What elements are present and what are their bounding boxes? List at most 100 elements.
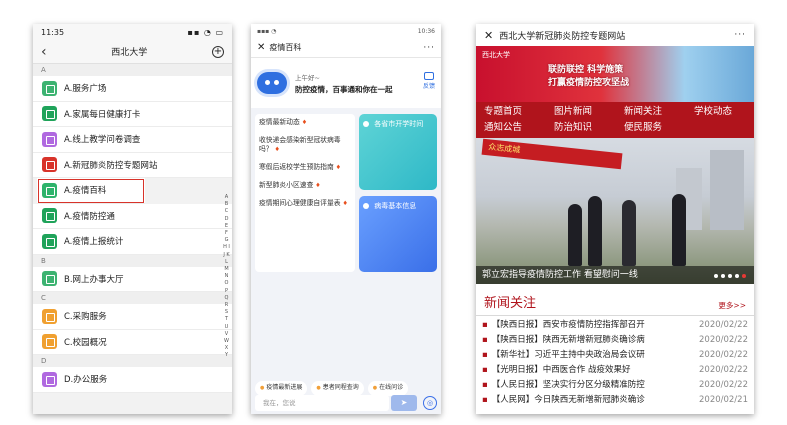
list-item[interactable]: A.服务广场	[33, 76, 232, 102]
menu-item[interactable]: 专题首页	[484, 104, 554, 120]
more-icon[interactable]: ···	[423, 43, 435, 53]
carousel-dot-active[interactable]	[742, 274, 746, 278]
person	[672, 194, 686, 266]
service-list: A A.服务广场 A.家属每日健康打卡 A.线上教学问卷调查 A.新冠肺炎防控专题网站 A…	[33, 64, 232, 393]
banner-slogan-2: 打赢疫情防控攻坚战	[548, 78, 630, 88]
menu-item[interactable]: 防治知识	[554, 120, 624, 136]
list-item[interactable]: A.新冠肺炎防控专题网站	[33, 152, 232, 178]
phone-epidemic-wiki: ▪▪▪ ◔ 10:36 ✕ 疫情百科 ··· 上午好~ 防控疫情，百事通和你在一…	[251, 24, 441, 414]
close-icon[interactable]: ✕	[257, 42, 265, 53]
list-item[interactable]: A.家属每日健康打卡	[33, 101, 232, 127]
quick-link-label: 疫情最新动态	[259, 118, 300, 126]
signal-wifi-battery-icon: ▪▪ ◔ ▭	[187, 27, 224, 37]
carousel-dot[interactable]	[721, 274, 725, 278]
greeting-line-2: 防控疫情，百事通和你在一起	[295, 84, 393, 94]
carousel-dot[interactable]	[714, 274, 718, 278]
hot-icon: ♦	[313, 182, 321, 189]
news-date: 2020/02/22	[699, 350, 748, 360]
news-more-link[interactable]: 更多>>	[718, 300, 746, 311]
list-item[interactable]: A.疫情防控通	[33, 203, 232, 229]
add-icon[interactable]: +	[212, 45, 224, 58]
list-item[interactable]: A.线上教学问卷调查	[33, 127, 232, 153]
news-date: 2020/02/22	[699, 320, 748, 330]
page-title: 疫情百科	[269, 43, 302, 52]
news-title: 【陕西日报】西安市疫情防控指挥部召开	[491, 320, 645, 330]
menu-item[interactable]: 图片新闻	[554, 104, 624, 120]
tile-icon	[363, 121, 369, 127]
list-item[interactable]: C.采购服务	[33, 304, 232, 330]
list-item[interactable]: A.疫情上报统计	[33, 229, 232, 255]
greeting-panel: 上午好~ 防控疫情，百事通和你在一起 反馈	[251, 58, 441, 108]
list-item[interactable]: C.校园概况	[33, 329, 232, 355]
news-list: ▪ 【陕西日报】西安市疫情防控指挥部召开 2020/02/22 ▪ 【陕西日报】陕西无新…	[476, 316, 754, 410]
news-item[interactable]: ▪ 【光明日报】中西医合作 战疫效果好 2020/02/22	[482, 363, 748, 378]
news-item[interactable]: ▪ 【陕西日报】西安市疫情防控指挥部召开 2020/02/22	[482, 318, 748, 333]
section-header: C	[33, 292, 232, 304]
banner-logo: 西北大学	[482, 51, 510, 59]
site-banner: 西北大学 联防联控 科学施策 打赢疫情防控攻坚战	[476, 46, 754, 102]
news-item[interactable]: ▪ 【人民日报】坚决实行分区分级精准防控 2020/02/22	[482, 378, 748, 393]
section-header: B	[33, 254, 232, 267]
input-bar: 我在，您说 ➤ ◎	[255, 394, 437, 412]
news-title: 【陕西日报】陕西无新增新冠肺炎确诊病	[491, 335, 645, 345]
more-icon[interactable]: ···	[734, 30, 746, 40]
back-icon[interactable]: ‹	[41, 44, 47, 60]
list-item-label: B.网上办事大厅	[64, 274, 124, 285]
bullet-icon: ▪	[482, 365, 488, 375]
app-icon	[42, 334, 57, 350]
quick-link-label: 收快递会感染新型冠状病毒吗？	[259, 136, 341, 153]
bullet-icon: ▪	[482, 320, 488, 330]
app-icon	[42, 80, 57, 96]
news-title: 【人民日报】坚决实行分区分级精准防控	[491, 380, 645, 390]
list-item-label: A.疫情上报统计	[64, 237, 124, 248]
send-button[interactable]: ➤	[391, 395, 417, 411]
app-icon	[42, 371, 57, 387]
news-item[interactable]: ▪ 【陕西日报】陕西无新增新冠肺炎确诊病 2020/02/22	[482, 333, 748, 348]
quick-link[interactable]: 疫情期间心理健康自评量表 ♦	[259, 199, 351, 208]
robot-avatar-icon	[257, 72, 287, 94]
list-item[interactable]: D.办公服务	[33, 367, 232, 393]
quick-link[interactable]: 寒假后返校学生预防指南 ♦	[259, 163, 351, 172]
photo-caption: 郭立宏指导疫情防控工作 看望慰问一线	[476, 266, 754, 284]
menu-item[interactable]: 通知公告	[484, 120, 554, 136]
list-item[interactable]: A.疫情百科	[37, 178, 145, 204]
list-item-label: C.校园概况	[64, 337, 107, 348]
quick-link[interactable]: 收快递会感染新型冠状病毒吗？ ♦	[259, 136, 351, 154]
hot-icon: ♦	[340, 200, 348, 207]
feedback-button[interactable]: 反馈	[423, 72, 435, 90]
menu-item[interactable]: 新闻关注	[624, 104, 694, 120]
news-item[interactable]: ▪ 【人民网】今日陕西无新增新冠肺炎确诊 2020/02/21	[482, 393, 748, 408]
news-header: 新闻关注 更多>>	[476, 284, 754, 316]
tile-school-start[interactable]: 各省市开学时间	[359, 114, 437, 190]
quick-link[interactable]: 疫情最新动态 ♦	[259, 118, 351, 127]
alphabet-index[interactable]: A B C D E F G H I J K L M N O P Q R S T …	[223, 194, 230, 360]
news-photo-carousel[interactable]: 众志成城 郭立宏指导疫情防控工作 看望慰问一线	[476, 138, 754, 284]
quick-link[interactable]: 新型肺炎小区速查 ♦	[259, 181, 351, 190]
greeting-line-1: 上午好~	[295, 73, 320, 82]
quick-link-label: 疫情期间心理健康自评量表	[259, 199, 341, 207]
status-bar: ▪▪▪ ◔ 10:36	[251, 24, 441, 38]
tile-label: 各省市开学时间	[374, 120, 424, 128]
news-item[interactable]: ▪ 【新华社】习近平主持中央政治局会议研 2020/02/22	[482, 348, 748, 363]
menu-item[interactable]: 学校动态	[694, 104, 754, 120]
person	[568, 204, 582, 266]
news-date: 2020/02/21	[699, 395, 748, 405]
list-item[interactable]: B.网上办事大厅	[33, 266, 232, 292]
close-icon[interactable]: ✕	[484, 29, 493, 42]
tile-virus-info[interactable]: 病毒基本信息	[359, 196, 437, 272]
app-icon	[42, 106, 57, 122]
bullet-icon: ▪	[482, 350, 488, 360]
carousel-dots[interactable]	[714, 274, 746, 278]
carousel-dot[interactable]	[728, 274, 732, 278]
page-title: 西北大学	[111, 48, 148, 58]
message-input[interactable]: 我在，您说	[255, 395, 389, 411]
hot-icon: ♦	[272, 146, 280, 153]
voice-icon[interactable]: ◎	[423, 396, 437, 410]
phone-covid-website: ✕ 西北大学新冠肺炎防控专题网站 ··· 西北大学 联防联控 科学施策 打赢疫情…	[476, 24, 754, 414]
list-item-label: A.疫情防控通	[64, 211, 115, 222]
signal-icon: ▪▪▪ ◔	[257, 27, 277, 35]
menu-item[interactable]: 便民服务	[624, 120, 694, 136]
status-bar: 11:35 ▪▪ ◔ ▭	[33, 24, 232, 40]
carousel-dot[interactable]	[735, 274, 739, 278]
section-header: D	[33, 355, 232, 367]
